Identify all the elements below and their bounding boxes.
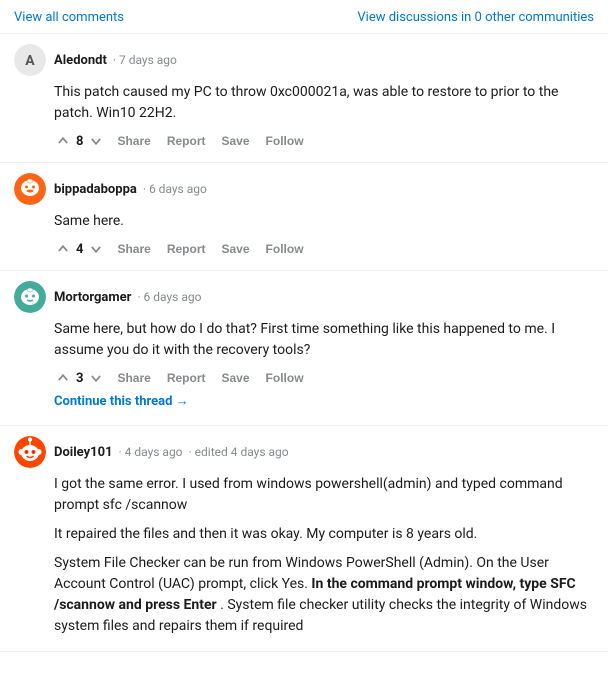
timestamp: · 4 days ago (119, 445, 183, 459)
vote-count: 8 (76, 134, 83, 149)
comment-aledondt: A Aledondt · 7 days ago This patch cause… (0, 34, 608, 163)
downvote-button[interactable] (87, 132, 105, 150)
downvote-button[interactable] (87, 240, 105, 258)
view-discussions-link[interactable]: View discussions in 0 other communities (357, 10, 594, 25)
follow-button[interactable]: Follow (262, 132, 308, 150)
comment-meta: bippadaboppa · 6 days ago (54, 182, 207, 197)
share-button[interactable]: Share (113, 240, 154, 258)
comment-header: Doiley101 · 4 days ago · edited 4 days a… (14, 436, 594, 468)
username[interactable]: Doiley101 (54, 445, 113, 460)
comment-doiley101: Doiley101 · 4 days ago · edited 4 days a… (0, 426, 608, 652)
upvote-button[interactable] (54, 132, 72, 150)
vote-area: 4 (54, 240, 105, 258)
comment-meta: Doiley101 · 4 days ago · edited 4 days a… (54, 445, 289, 460)
comment-body: This patch caused my PC to throw 0xc0000… (54, 82, 594, 124)
edited-badge: · edited 4 days ago (189, 445, 289, 459)
vote-count: 4 (76, 242, 83, 257)
save-button[interactable]: Save (218, 369, 254, 387)
comment-mortorgamer: Mortorgamer · 6 days ago Same here, but … (0, 271, 608, 426)
report-button[interactable]: Report (163, 132, 210, 150)
vote-count: 3 (76, 371, 83, 386)
save-button[interactable]: Save (218, 240, 254, 258)
avatar (14, 281, 46, 313)
report-button[interactable]: Report (163, 369, 210, 387)
username[interactable]: Aledondt (54, 53, 107, 68)
timestamp: · 6 days ago (143, 182, 207, 196)
comment-actions: 8 Share Report Save Follow (54, 132, 594, 150)
continue-thread-link[interactable]: Continue this thread → (54, 393, 189, 409)
share-button[interactable]: Share (113, 369, 154, 387)
comment-header: Mortorgamer · 6 days ago (14, 281, 594, 313)
avatar (14, 173, 46, 205)
follow-button[interactable]: Follow (262, 240, 308, 258)
share-button[interactable]: Share (113, 132, 154, 150)
downvote-button[interactable] (87, 369, 105, 387)
comment-header: A Aledondt · 7 days ago (14, 44, 594, 76)
comment-body: Same here. (54, 211, 594, 232)
avatar (14, 436, 46, 468)
username[interactable]: bippadaboppa (54, 182, 137, 197)
vote-area: 8 (54, 132, 105, 150)
comment-body: Same here, but how do I do that? First t… (54, 319, 594, 361)
comment-meta: Mortorgamer · 6 days ago (54, 290, 201, 305)
view-all-comments-link[interactable]: View all comments (14, 10, 124, 25)
comment-header: bippadaboppa · 6 days ago (14, 173, 594, 205)
comment-body: I got the same error. I used from window… (54, 474, 594, 637)
comment-actions: 3 Share Report Save Follow (54, 369, 594, 387)
upvote-button[interactable] (54, 369, 72, 387)
vote-area: 3 (54, 369, 105, 387)
username[interactable]: Mortorgamer (54, 290, 131, 305)
top-links-bar: View all comments View discussions in 0 … (0, 0, 608, 34)
comments-container: View all comments View discussions in 0 … (0, 0, 608, 652)
comment-meta: Aledondt · 7 days ago (54, 53, 177, 68)
upvote-button[interactable] (54, 240, 72, 258)
comment-bippadaboppa: bippadaboppa · 6 days ago Same here. 4 (0, 163, 608, 271)
timestamp: · 7 days ago (113, 53, 177, 67)
comment-actions: 4 Share Report Save Follow (54, 240, 594, 258)
follow-button[interactable]: Follow (262, 369, 308, 387)
report-button[interactable]: Report (163, 240, 210, 258)
avatar: A (14, 44, 46, 76)
svg-text:A: A (25, 53, 35, 69)
timestamp: · 6 days ago (137, 290, 201, 304)
save-button[interactable]: Save (218, 132, 254, 150)
